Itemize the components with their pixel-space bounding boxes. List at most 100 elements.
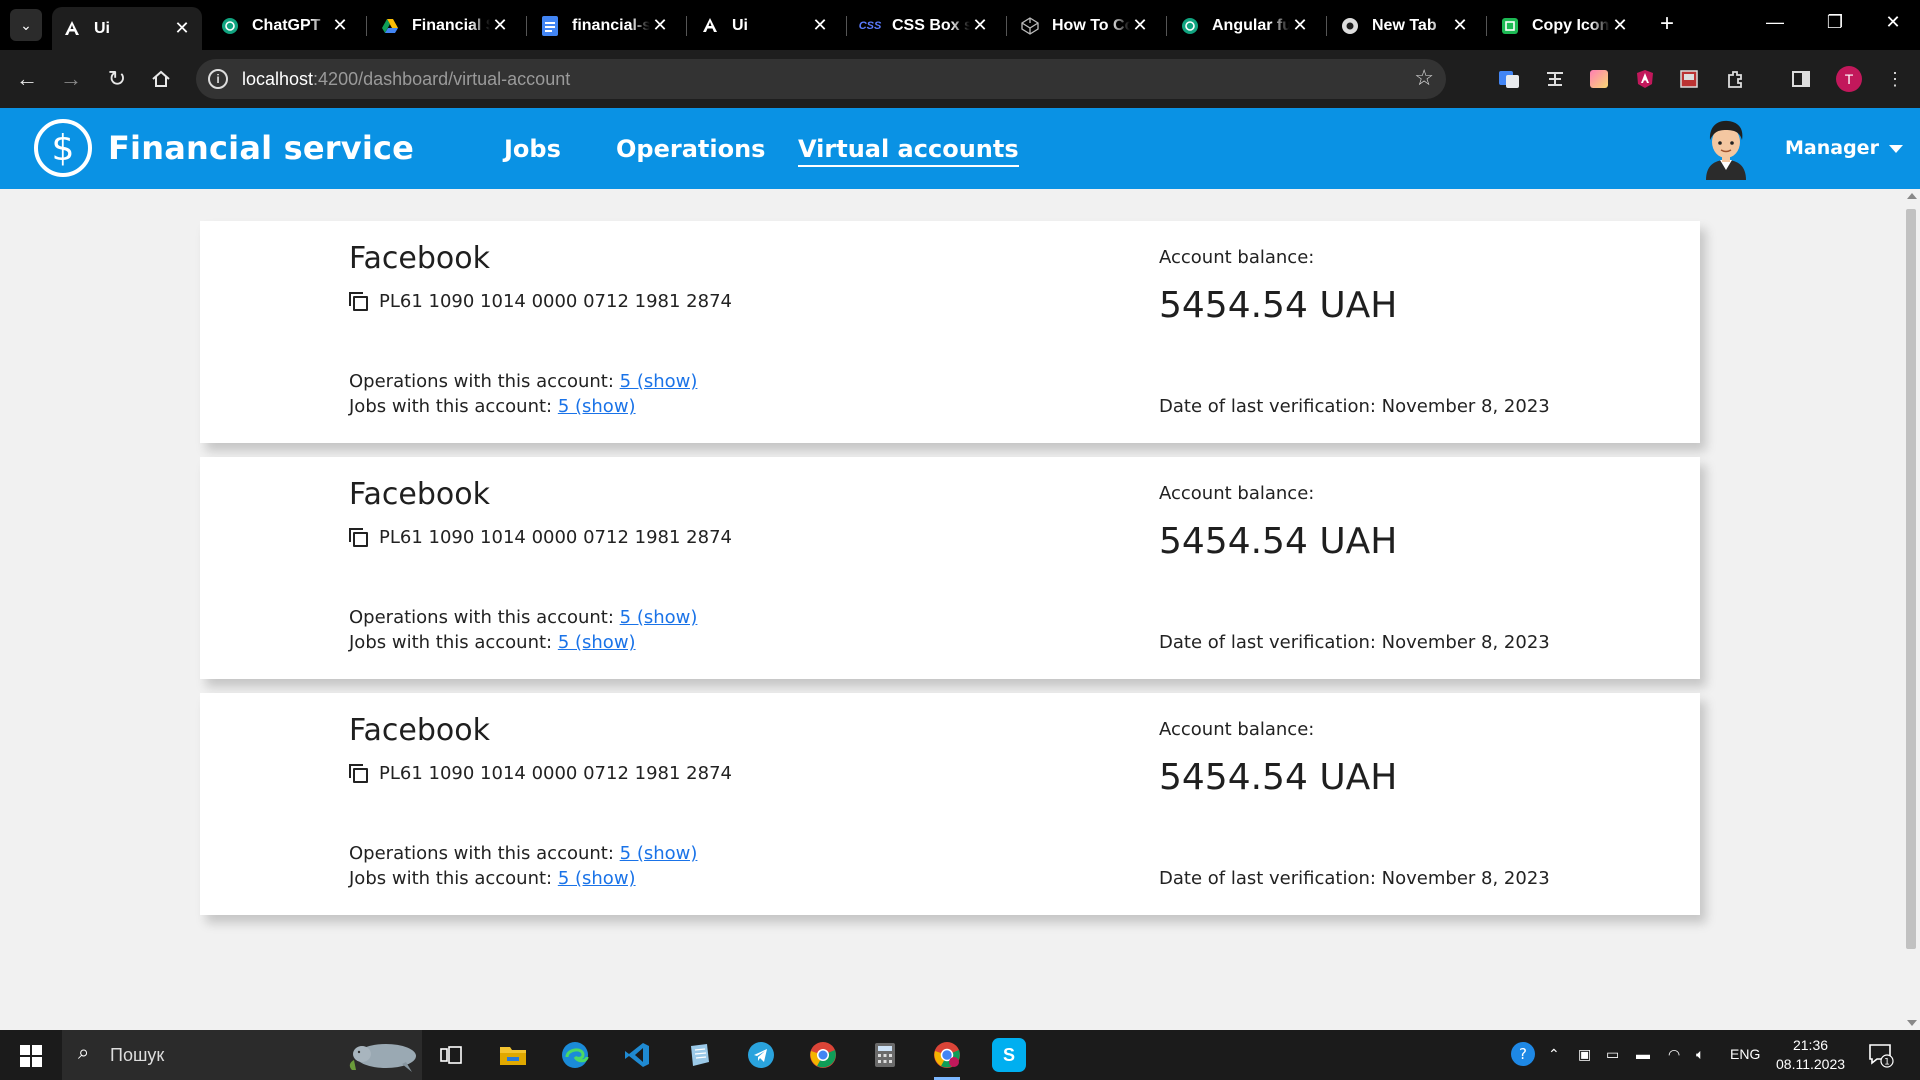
angular-icon xyxy=(700,16,720,36)
minimize-icon[interactable]: — xyxy=(1760,12,1790,33)
user-avatar[interactable] xyxy=(1700,116,1752,180)
display-icon[interactable]: ▭ xyxy=(1606,1046,1619,1063)
taskbar-clock[interactable]: 21:36 08.11.2023 xyxy=(1776,1036,1845,1074)
wifi-icon[interactable]: ◠ xyxy=(1668,1046,1680,1063)
close-icon[interactable]: ✕ xyxy=(172,18,192,39)
new-tab-button[interactable]: + xyxy=(1652,10,1682,38)
balance-label: Account balance: xyxy=(1159,719,1315,740)
jobs-count: Jobs with this account: 5 (show) xyxy=(349,396,636,417)
scroll-down-icon[interactable] xyxy=(1907,1020,1917,1026)
close-icon[interactable]: ✕ xyxy=(490,15,510,36)
url-text: localhost:4200/dashboard/virtual-account xyxy=(242,69,571,89)
browser-tab[interactable]: Ui ✕ xyxy=(52,7,202,50)
copy-icon[interactable] xyxy=(349,527,369,548)
nav-jobs[interactable]: Jobs xyxy=(504,135,561,163)
close-icon[interactable]: ✕ xyxy=(1450,15,1470,36)
browser-tab[interactable]: Ui ✕ xyxy=(690,7,840,44)
reload-icon[interactable]: ↻ xyxy=(102,64,132,94)
close-icon[interactable]: ✕ xyxy=(810,15,830,36)
google-translate-icon[interactable] xyxy=(1496,66,1522,92)
operations-show-link[interactable]: 5 (show) xyxy=(620,843,698,864)
battery-icon[interactable]: ▬ xyxy=(1636,1046,1650,1062)
close-icon[interactable]: ✕ xyxy=(650,15,670,36)
meet-now-icon[interactable]: ▣ xyxy=(1578,1046,1591,1063)
extensions-puzzle-icon[interactable] xyxy=(1722,66,1748,92)
screenshot-extension-icon[interactable] xyxy=(1676,66,1702,92)
browser-tab[interactable]: How To Co ✕ xyxy=(1010,7,1160,44)
browser-tab[interactable]: ChatGPT ✕ xyxy=(210,7,360,44)
balance-value: 5454.54 UAH xyxy=(1159,757,1398,798)
chrome-icon[interactable] xyxy=(806,1038,840,1072)
bookmark-star-icon[interactable]: ☆ xyxy=(1414,65,1434,91)
notepad-icon[interactable] xyxy=(682,1038,716,1072)
window-close-icon[interactable]: ✕ xyxy=(1878,12,1908,33)
chrome-icon xyxy=(1340,16,1360,36)
help-icon[interactable]: ? xyxy=(1510,1041,1536,1070)
chrome-profile-icon[interactable] xyxy=(930,1038,964,1080)
operations-count: Operations with this account: 5 (show) xyxy=(349,843,698,864)
extension-icon[interactable] xyxy=(1542,66,1568,92)
browser-tab[interactable]: financial-s ✕ xyxy=(530,7,680,44)
tab-search-button[interactable]: ⌄ xyxy=(10,9,42,41)
profile-avatar[interactable]: T xyxy=(1836,66,1862,92)
file-explorer-icon[interactable] xyxy=(496,1038,530,1072)
browser-tab[interactable]: Angular fu ✕ xyxy=(1170,7,1320,44)
side-panel-icon[interactable] xyxy=(1788,66,1814,92)
codepen-icon xyxy=(1020,16,1040,36)
windows-start-icon[interactable] xyxy=(20,1045,42,1067)
back-icon[interactable]: ← xyxy=(12,64,42,94)
close-icon[interactable]: ✕ xyxy=(1290,15,1310,36)
manatee-illustration-icon xyxy=(349,1044,416,1072)
task-view-icon[interactable] xyxy=(434,1038,468,1072)
chatgpt-icon xyxy=(1180,16,1200,36)
jobs-show-link[interactable]: 5 (show) xyxy=(558,396,636,417)
skype-icon[interactable]: S xyxy=(992,1038,1026,1072)
tray-chevron-up-icon[interactable]: ⌃ xyxy=(1548,1046,1560,1063)
account-name: Facebook xyxy=(349,241,490,276)
user-menu[interactable]: Manager xyxy=(1785,137,1903,159)
calculator-icon[interactable] xyxy=(868,1038,902,1072)
operations-show-link[interactable]: 5 (show) xyxy=(620,371,698,392)
browser-tab[interactable]: Copy Icon ✕ xyxy=(1490,7,1640,44)
chatgpt-icon xyxy=(220,16,240,36)
browser-tab[interactable]: New Tab ✕ xyxy=(1330,7,1480,44)
telegram-icon[interactable] xyxy=(744,1038,778,1072)
vscode-icon[interactable] xyxy=(620,1038,654,1072)
nav-operations[interactable]: Operations xyxy=(616,135,765,163)
close-icon[interactable]: ✕ xyxy=(1130,15,1150,36)
angular-devtools-icon[interactable] xyxy=(1632,66,1658,92)
balance-label: Account balance: xyxy=(1159,247,1315,268)
address-bar[interactable]: i localhost:4200/dashboard/virtual-accou… xyxy=(196,59,1446,99)
close-icon[interactable]: ✕ xyxy=(1610,15,1630,36)
scroll-up-icon[interactable] xyxy=(1907,193,1917,199)
jobs-show-link[interactable]: 5 (show) xyxy=(558,868,636,889)
tab-title: ChatGPT xyxy=(252,16,321,34)
page-scrollbar[interactable] xyxy=(1902,189,1920,1030)
browser-tab[interactable]: CSS CSS Box sh ✕ xyxy=(850,7,1000,44)
close-icon[interactable]: ✕ xyxy=(330,15,350,36)
color-picker-extension-icon[interactable] xyxy=(1586,66,1612,92)
angular-icon xyxy=(62,19,82,39)
input-language[interactable]: ENG xyxy=(1730,1046,1760,1062)
iban-text: PL61 1090 1014 0000 0712 1981 2874 xyxy=(379,291,732,312)
browser-tab[interactable]: Financial S ✕ xyxy=(370,7,520,44)
volume-icon[interactable]: 🔈︎ xyxy=(1696,1046,1704,1063)
account-card: Facebook PL61 1090 1014 0000 0712 1981 2… xyxy=(200,221,1700,443)
forward-icon[interactable]: → xyxy=(56,64,86,94)
copy-icon[interactable] xyxy=(349,291,369,312)
kebab-menu-icon[interactable]: ⋮ xyxy=(1882,66,1908,92)
restore-icon[interactable]: ❐ xyxy=(1820,12,1850,33)
home-icon[interactable] xyxy=(146,64,176,94)
account-iban: PL61 1090 1014 0000 0712 1981 2874 xyxy=(349,527,732,548)
nav-virtual-accounts[interactable]: Virtual accounts xyxy=(798,135,1019,167)
edge-icon[interactable] xyxy=(558,1038,592,1072)
scrollbar-thumb[interactable] xyxy=(1906,209,1916,949)
taskbar-search[interactable]: ⌕ Пошук xyxy=(62,1030,422,1080)
copy-icon[interactable] xyxy=(349,763,369,784)
notification-center-icon[interactable]: 1 xyxy=(1868,1042,1894,1073)
operations-show-link[interactable]: 5 (show) xyxy=(620,607,698,628)
jobs-show-link[interactable]: 5 (show) xyxy=(558,632,636,653)
site-info-icon[interactable]: i xyxy=(208,69,228,89)
close-icon[interactable]: ✕ xyxy=(970,15,990,36)
virtual-accounts-list: Facebook PL61 1090 1014 0000 0712 1981 2… xyxy=(0,189,1902,1030)
